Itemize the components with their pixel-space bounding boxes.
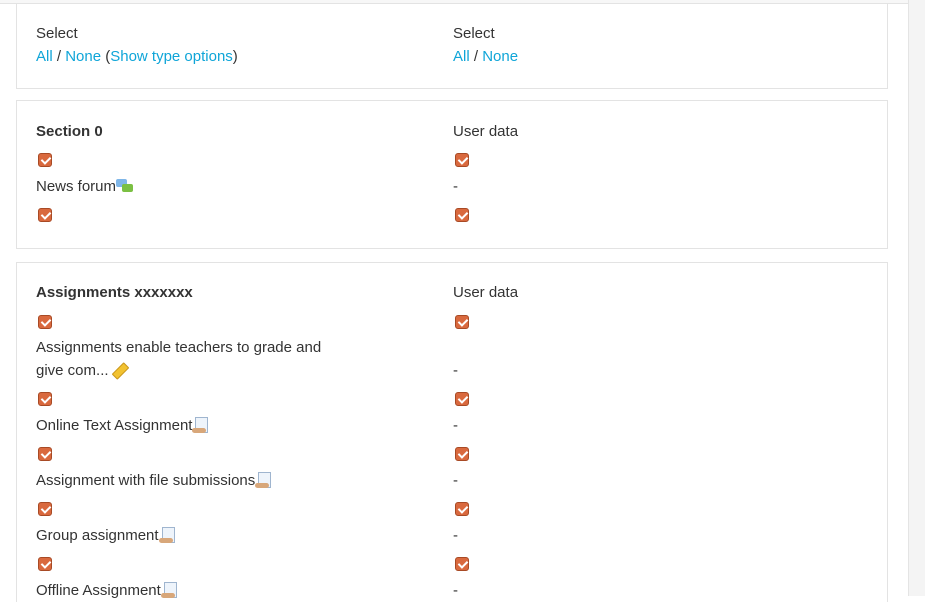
- assignment-item-1-user-data: -: [453, 362, 458, 379]
- select-links: All / None (Show type options): [36, 47, 238, 67]
- assignment-item-4-checkbox[interactable]: [38, 557, 52, 571]
- vertical-scrollbar[interactable]: [908, 0, 925, 596]
- assignment-item-5: Offline Assignment: [36, 581, 179, 601]
- userdata-select-title: Select: [453, 25, 495, 42]
- assignment-item-2-label: Online Text Assignment: [36, 417, 193, 434]
- assignment-item-3-label: Assignment with file submissions: [36, 472, 256, 489]
- forum-icon: [116, 178, 134, 194]
- userdata-select-links: All / None: [453, 47, 518, 67]
- assignment-item-3-userdata-checkbox[interactable]: [455, 502, 469, 516]
- open-paren: (: [101, 48, 111, 65]
- news-forum-userdata-checkbox[interactable]: [455, 208, 469, 222]
- select-all-link[interactable]: All: [36, 48, 53, 65]
- assignment-item-4-label: Group assignment: [36, 527, 159, 544]
- assignments-user-data-label: User data: [453, 284, 519, 301]
- select-panel: Select All / None (Show type options) Se…: [16, 3, 888, 89]
- news-forum-checkbox[interactable]: [38, 208, 52, 222]
- assignment-item-4: Group assignment: [36, 526, 177, 546]
- userdata-select-all-link[interactable]: All: [453, 48, 470, 65]
- assignment-item-4-user-data: -: [453, 527, 458, 544]
- assignment-page-icon: [255, 472, 273, 488]
- assignment-item-2: Online Text Assignment: [36, 416, 210, 436]
- assignment-item-3: Assignment with file submissions: [36, 471, 273, 491]
- news-forum-user-data: -: [453, 178, 458, 195]
- assignments-section-panel: Assignments xxxxxxx User data Assignment…: [16, 262, 888, 602]
- assignment-item-1-checkbox[interactable]: [38, 392, 52, 406]
- assignment-page-icon: [158, 527, 177, 543]
- section-0-user-data-label: User data: [453, 123, 519, 140]
- assignment-item-2-user-data: -: [453, 417, 458, 434]
- assignment-item-5-label: Offline Assignment: [36, 582, 161, 599]
- select-none-link[interactable]: None: [65, 48, 101, 65]
- assignment-item-1-line2: give com...: [36, 361, 129, 381]
- assignment-item-4-userdata-checkbox[interactable]: [455, 557, 469, 571]
- assignment-item-2-userdata-checkbox[interactable]: [455, 447, 469, 461]
- assignments-section-userdata-checkbox[interactable]: [455, 315, 469, 329]
- assignment-item-3-checkbox[interactable]: [38, 502, 52, 516]
- section-0-panel: Section 0 User data News forum -: [16, 100, 888, 249]
- assignment-item-1-label: give com...: [36, 362, 109, 379]
- assignment-item-5-user-data: -: [453, 582, 458, 599]
- assignments-section-title: Assignments xxxxxxx: [36, 284, 193, 301]
- assignment-item-3-user-data: -: [453, 472, 458, 489]
- assignments-section-checkbox[interactable]: [38, 315, 52, 329]
- show-type-options-link[interactable]: Show type options: [110, 48, 233, 65]
- select-separator: /: [52, 48, 66, 65]
- close-paren: ): [232, 48, 238, 65]
- section-0-title: Section 0: [36, 123, 103, 140]
- assignment-item-1-userdata-checkbox[interactable]: [455, 392, 469, 406]
- select-title: Select: [36, 25, 78, 42]
- userdata-separator: /: [469, 48, 483, 65]
- news-forum-label: News forum: [36, 178, 117, 195]
- news-forum-item: News forum: [36, 177, 134, 197]
- assignment-icon: [109, 362, 129, 380]
- assignment-item-1-line1: Assignments enable teachers to grade and: [36, 339, 322, 356]
- userdata-select-none-link[interactable]: None: [482, 48, 518, 65]
- section-0-checkbox[interactable]: [38, 153, 52, 167]
- assignment-item-2-checkbox[interactable]: [38, 447, 52, 461]
- section-0-userdata-checkbox[interactable]: [455, 153, 469, 167]
- assignment-page-icon: [192, 417, 210, 433]
